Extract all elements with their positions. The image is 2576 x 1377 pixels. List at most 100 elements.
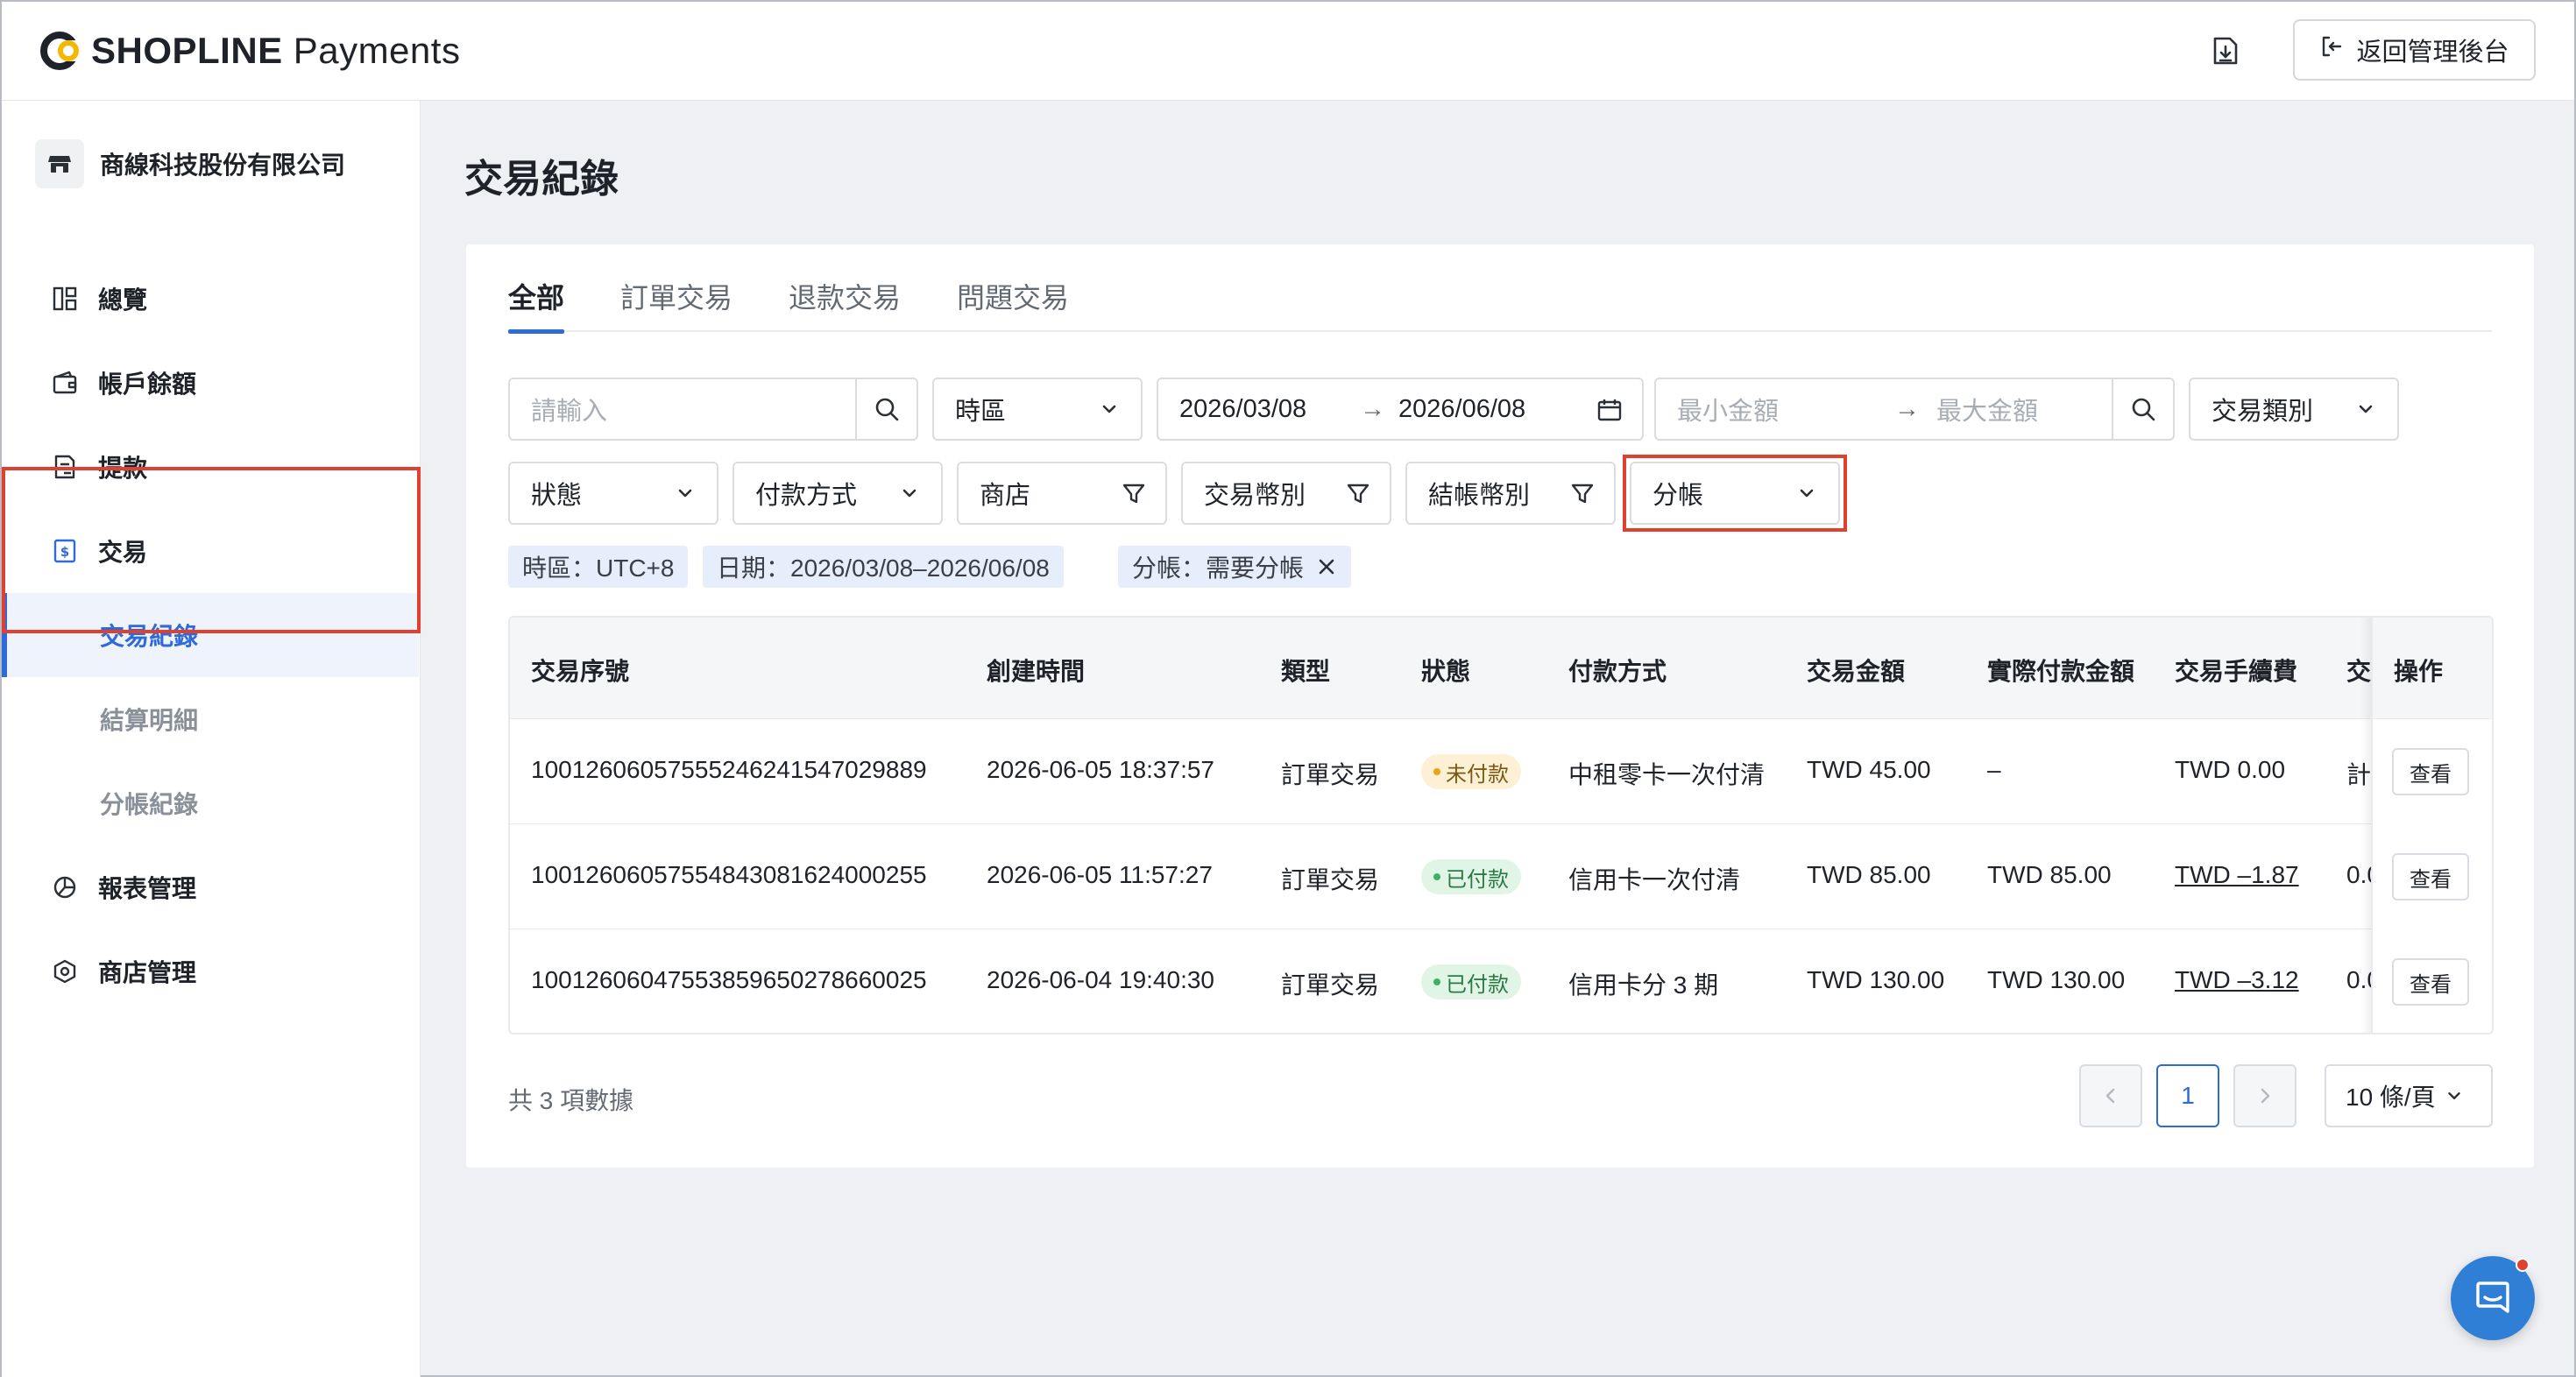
back-to-admin-button[interactable]: 返回管理後台 — [2293, 19, 2536, 81]
status-badge: 已付款 — [1421, 859, 1521, 894]
tab-all[interactable]: 全部 — [508, 276, 565, 334]
amount-search-button[interactable] — [2112, 379, 2173, 439]
column-header: 操作 — [2394, 658, 2444, 685]
view-button[interactable]: 查看 — [2392, 958, 2469, 1006]
prev-page-button[interactable] — [2079, 1064, 2142, 1127]
search-button[interactable] — [855, 379, 916, 439]
chat-icon — [2476, 1282, 2509, 1313]
download-button[interactable] — [2204, 32, 2247, 74]
view-button[interactable]: 查看 — [2392, 748, 2469, 795]
transaction-currency-label: 交易幣別 — [1204, 482, 1306, 510]
column-header: 創建時間 — [987, 658, 1086, 685]
chat-button[interactable] — [2451, 1256, 2535, 1340]
amount-range-field[interactable]: 最小金額 → 最大金額 — [1654, 378, 2175, 441]
status-badge: 已付款 — [1421, 964, 1521, 999]
company-switcher[interactable]: 商線科技股份有限公司 — [35, 139, 345, 188]
filter-chip-split: 分帳：需要分帳 — [1118, 546, 1352, 588]
sidebar-item-balance[interactable]: 帳戶餘額 — [2, 341, 419, 425]
created-time: 2026-06-05 11:57:27 — [987, 861, 1213, 888]
chevron-down-icon — [678, 489, 692, 498]
search-input[interactable]: 請輸入 — [510, 391, 607, 427]
sidebar-item-label: 報表管理 — [98, 875, 197, 902]
sidebar-item-overview[interactable]: 總覽 — [2, 257, 419, 341]
status-select[interactable]: 狀態 — [508, 462, 718, 525]
search-field[interactable]: 請輸入 — [508, 378, 918, 441]
split-filter-label: 分帳 — [1652, 482, 1704, 510]
tab-problem-transactions[interactable]: 問題交易 — [957, 276, 1069, 332]
notification-dot — [2516, 1258, 2530, 1272]
store-icon — [35, 139, 84, 188]
filter-icon — [1347, 484, 1369, 504]
payment-method-select[interactable]: 付款方式 — [732, 462, 943, 525]
status-badge-label: 已付款 — [1446, 972, 1509, 997]
sidebar-item-withdraw[interactable]: 提款 — [2, 425, 419, 509]
store-filter[interactable]: 商店 — [957, 462, 1167, 525]
next-page-button[interactable] — [2233, 1064, 2296, 1127]
action-column: 操作 查看 查看 查看 — [2360, 618, 2492, 1033]
sidebar-item-transactions[interactable]: $ 交易 — [2, 509, 419, 593]
column-header: 類型 — [1281, 658, 1331, 685]
logo-brand-text: SHOPLINE — [91, 30, 283, 71]
date-range-picker[interactable]: 2026/03/08 → 2026/06/08 — [1157, 378, 1644, 441]
sidebar-item-label: 提款 — [98, 455, 148, 482]
back-to-admin-label: 返回管理後台 — [2356, 39, 2509, 67]
transactions-card: 全部 訂單交易 退款交易 問題交易 請輸入 時區 2026/03/08 → 20… — [466, 244, 2534, 1168]
payment-method: 信用卡分 3 期 — [1568, 971, 1719, 999]
sidebar-subitem-settlement[interactable]: 結算明細 — [2, 677, 419, 761]
column-header: 交易金額 — [1807, 658, 1906, 685]
transaction-amount: TWD 85.00 — [1807, 861, 1931, 888]
chevron-down-icon — [2448, 1092, 2460, 1099]
settlement-currency-label: 結帳幣別 — [1428, 482, 1531, 510]
transaction-id: 1001260605755484308162400​0255 — [531, 861, 927, 888]
sidebar-item-label: 商店管理 — [98, 959, 197, 986]
date-end[interactable]: 2026/06/08 — [1398, 395, 1525, 424]
split-select[interactable]: 分帳 — [1630, 462, 1840, 525]
column-header: 狀態 — [1421, 658, 1471, 685]
payment-method: 信用卡一次付清 — [1568, 866, 1741, 893]
payment-method: 中租零卡一次付清 — [1568, 761, 1766, 788]
chevron-down-icon — [2359, 405, 2373, 413]
timezone-select[interactable]: 時區 — [932, 378, 1143, 441]
sidebar-item-label: 總覽 — [98, 286, 148, 314]
transaction-fee: TWD 0.00 — [2175, 756, 2286, 783]
total-count: 共 3 項數據 — [508, 1087, 634, 1114]
transaction-fee-link[interactable]: TWD –1.87 — [2175, 861, 2299, 889]
status-badge-label: 未付款 — [1446, 762, 1509, 787]
transaction-fee-link[interactable]: TWD –3.12 — [2175, 966, 2299, 994]
transaction-type-select[interactable]: 交易類別 — [2189, 378, 2399, 441]
status-filter-label: 狀態 — [531, 482, 583, 510]
wallet-icon — [51, 369, 79, 397]
sidebar-subitem-label: 交易紀錄 — [100, 623, 199, 650]
page-size-select[interactable]: 10 條/頁 — [2325, 1064, 2493, 1127]
sidebar: 商線科技股份有限公司 總覽 帳戶餘額 提款 $ 交易 交易紀錄 結算明細 分帳紀… — [2, 101, 421, 1377]
sidebar-subitem-split-records[interactable]: 分帳紀錄 — [2, 761, 419, 845]
actual-paid-amount: – — [1987, 756, 2001, 783]
calendar-icon — [1597, 399, 1622, 421]
chip-label: 分帳：需要分帳 — [1132, 554, 1305, 582]
close-icon[interactable] — [1316, 556, 1337, 577]
store-filter-label: 商店 — [980, 482, 1031, 510]
date-start[interactable]: 2026/03/08 — [1179, 395, 1306, 424]
shopline-payments-logo[interactable]: SHOPLINE Payments — [40, 26, 460, 75]
page-number-button[interactable]: 1 — [2156, 1064, 2219, 1127]
transaction-type: 訂單交易 — [1281, 971, 1380, 999]
filter-icon — [1122, 484, 1145, 504]
sidebar-subitem-transaction-records[interactable]: 交易紀錄 — [2, 593, 419, 677]
sidebar-item-store-management[interactable]: 商店管理 — [2, 929, 419, 1013]
max-amount-input[interactable]: 最大金額 — [1936, 391, 2038, 427]
tab-order-transactions[interactable]: 訂單交易 — [620, 276, 732, 332]
chevron-right-icon — [2261, 1088, 2270, 1104]
created-time: 2026-06-04 19:40:30 — [987, 966, 1214, 993]
sidebar-item-label: 帳戶餘額 — [98, 371, 197, 398]
transaction-id: 1001260604755385965027866​0025 — [531, 966, 927, 993]
min-amount-input[interactable]: 最小金額 — [1677, 391, 1779, 427]
transaction-amount: TWD 130.00 — [1807, 966, 1945, 993]
view-button[interactable]: 查看 — [2392, 853, 2469, 900]
transaction-currency-filter[interactable]: 交易幣別 — [1181, 462, 1391, 525]
settlement-currency-filter[interactable]: 結帳幣別 — [1405, 462, 1616, 525]
withdraw-icon — [51, 453, 79, 481]
table-header: 交易序號 創建時間 類型 狀態 付款方式 交易金額 實際付款金額 交易手續費 交… — [510, 618, 2492, 719]
tab-refund-transactions[interactable]: 退款交易 — [789, 276, 901, 332]
dollar-icon: $ — [51, 537, 79, 565]
sidebar-item-reports[interactable]: 報表管理 — [2, 845, 419, 929]
